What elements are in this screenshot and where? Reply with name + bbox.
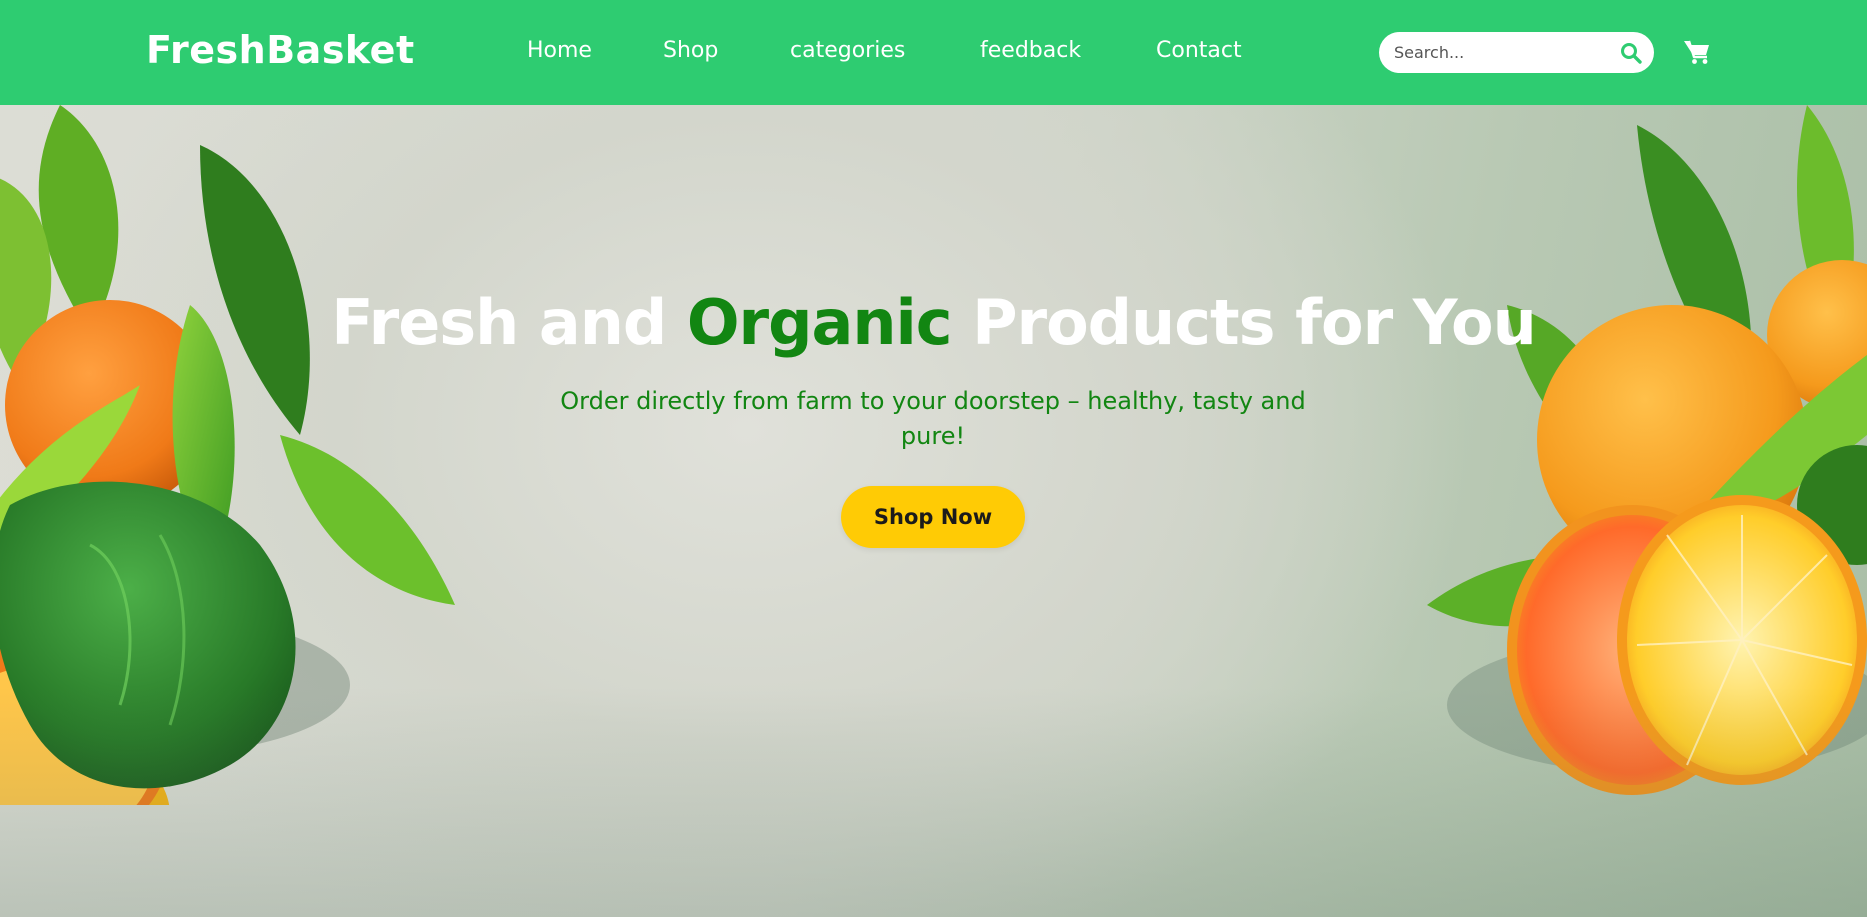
hero-headline-start: Fresh and	[331, 286, 687, 359]
search-icon[interactable]	[1619, 41, 1643, 65]
hero-subtitle: Order directly from farm to your doorste…	[560, 387, 1306, 450]
hero-bottom-shading	[0, 687, 1867, 917]
search-input[interactable]	[1394, 32, 1609, 73]
nav-link-home[interactable]: Home	[527, 38, 592, 63]
hero-headline: Fresh and Organic Products for You	[0, 286, 1867, 359]
nav-link-shop[interactable]: Shop	[663, 38, 718, 63]
brand-logo[interactable]: FreshBasket	[146, 28, 415, 72]
nav-link-contact[interactable]: Contact	[1156, 38, 1242, 63]
hero-headline-accent: Organic	[686, 286, 953, 359]
nav-link-categories[interactable]: categories	[790, 38, 905, 63]
shopping-cart-icon[interactable]	[1683, 38, 1711, 66]
shop-now-button[interactable]: Shop Now	[841, 486, 1025, 548]
nav-link-feedback[interactable]: feedback	[980, 38, 1081, 63]
top-navbar: FreshBasket Home Shop categories feedbac…	[0, 0, 1867, 105]
hero-headline-end: Products for You	[951, 286, 1537, 359]
search-box	[1379, 32, 1654, 73]
